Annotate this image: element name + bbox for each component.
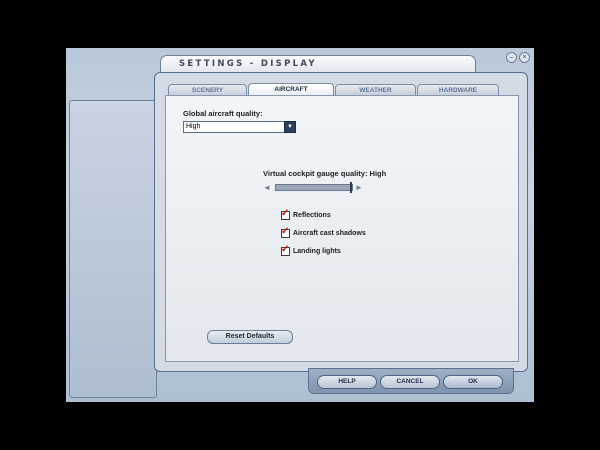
cast-shadows-checkbox[interactable] [281, 226, 290, 238]
landing-lights-checkbox[interactable] [281, 244, 290, 256]
reflections-label: Reflections [293, 212, 331, 219]
slider-right-arrow-icon[interactable]: ► [355, 184, 363, 192]
landing-lights-label: Landing lights [293, 248, 341, 255]
window-controls: – × [506, 52, 530, 63]
close-icon[interactable]: × [519, 52, 530, 63]
reset-defaults-button[interactable]: Reset Defaults [207, 330, 293, 344]
slider-track[interactable] [275, 182, 353, 193]
left-side-panel [69, 100, 157, 398]
aircraft-tab-content: Global aircraft quality: High ▼ Virtual … [165, 95, 519, 362]
ok-button[interactable]: OK [443, 375, 503, 389]
reflections-checkbox[interactable] [281, 208, 290, 220]
settings-panel: SCENERY AIRCRAFT WEATHER HARDWARE Global… [154, 72, 528, 372]
slider-fill [276, 185, 352, 190]
slider-left-arrow-icon[interactable]: ◄ [263, 184, 271, 192]
minimize-icon[interactable]: – [506, 52, 517, 63]
cancel-button[interactable]: CANCEL [380, 375, 440, 389]
chevron-down-icon[interactable]: ▼ [284, 121, 296, 133]
window-title: SETTINGS - DISPLAY [179, 59, 317, 69]
global-quality-value: High [186, 123, 201, 130]
global-quality-label: Global aircraft quality: [183, 109, 263, 118]
gauge-quality-label: Virtual cockpit gauge quality: High [263, 169, 387, 178]
help-button[interactable]: HELP [317, 375, 377, 389]
title-bar: SETTINGS - DISPLAY [160, 55, 476, 72]
footer-bar: HELP CANCEL OK [308, 368, 514, 394]
cast-shadows-checkbox-row[interactable]: Aircraft cast shadows [281, 226, 366, 238]
global-quality-dropdown[interactable]: High ▼ [183, 121, 296, 133]
landing-lights-checkbox-row[interactable]: Landing lights [281, 244, 341, 256]
gauge-quality-slider[interactable]: ◄ ► [263, 182, 369, 194]
sim-window: – × SETTINGS - DISPLAY SCENERY AIRCRAFT … [66, 48, 534, 402]
slider-thumb[interactable] [350, 182, 352, 193]
cast-shadows-label: Aircraft cast shadows [293, 230, 366, 237]
reflections-checkbox-row[interactable]: Reflections [281, 208, 331, 220]
